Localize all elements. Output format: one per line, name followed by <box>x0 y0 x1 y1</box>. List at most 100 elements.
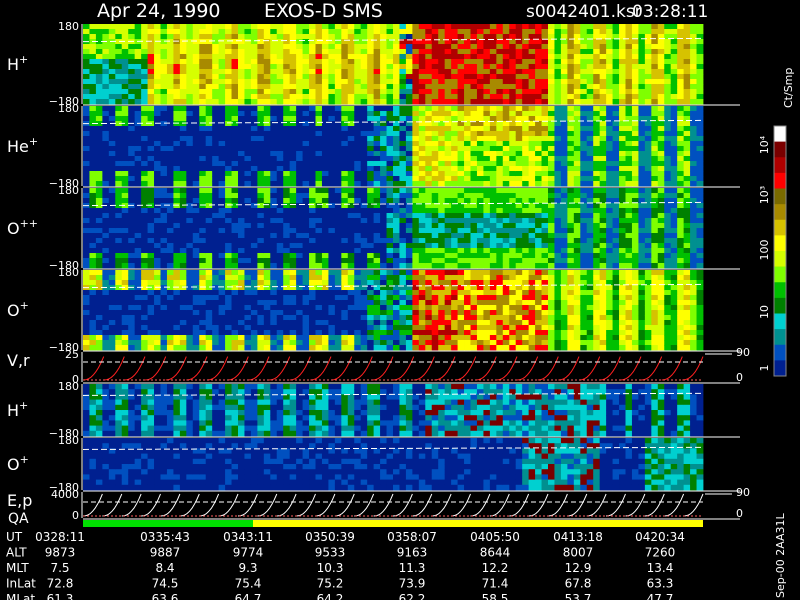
heat-cell <box>690 89 697 95</box>
heat-cell <box>128 238 136 244</box>
heat-cell <box>121 213 129 219</box>
heat-cell <box>354 181 362 187</box>
heat-cell <box>509 99 517 105</box>
heat-cell <box>644 161 652 167</box>
heat-cell <box>548 223 555 229</box>
heat-cell <box>192 263 200 269</box>
heat-cell <box>573 89 581 95</box>
heat-cell <box>690 238 697 244</box>
heat-cell <box>509 79 517 85</box>
heat-cell <box>657 99 665 105</box>
heat-cell <box>606 258 613 264</box>
heat-cell <box>270 99 278 105</box>
heat-cell <box>625 74 633 80</box>
heat-cell <box>141 181 148 187</box>
heat-cell <box>560 64 568 70</box>
heat-cell <box>205 208 213 214</box>
heat-cell <box>134 131 142 137</box>
heat-cell <box>199 300 207 306</box>
heat-cell <box>535 74 542 80</box>
heat-cell <box>367 74 375 80</box>
heat-cell <box>179 330 187 336</box>
heat-cell <box>386 263 394 269</box>
heat-cell <box>502 208 510 214</box>
heat-cell <box>212 188 220 194</box>
heat-cell <box>367 228 375 234</box>
heat-cell <box>612 59 620 65</box>
heat-cell <box>541 64 549 70</box>
heat-cell <box>205 285 213 291</box>
heat-cell <box>360 156 368 162</box>
heat-cell <box>263 116 271 122</box>
heat-cell <box>212 99 220 105</box>
heat-cell <box>218 305 226 311</box>
heat-cell <box>238 238 245 244</box>
heat-cell <box>173 29 181 35</box>
heat-cell <box>205 29 213 35</box>
heat-cell <box>108 79 116 85</box>
heat-cell <box>347 99 355 105</box>
heat-cell <box>173 146 181 152</box>
heat-cell <box>173 285 181 291</box>
heat-cell <box>147 263 155 269</box>
heat-cell <box>483 263 491 269</box>
heat-cell <box>231 59 239 65</box>
heat-cell <box>154 275 161 281</box>
heat-cell <box>599 131 607 137</box>
heat-cell <box>567 59 575 65</box>
heat-cell <box>89 166 97 172</box>
heat-cell <box>554 181 562 187</box>
heat-cell <box>89 233 97 239</box>
heat-cell <box>451 161 458 167</box>
heat-cell <box>225 121 232 127</box>
heat-cell <box>321 131 329 137</box>
heat-cell <box>128 248 136 254</box>
heat-cell <box>412 74 420 80</box>
heat-cell <box>399 228 407 234</box>
heat-cell <box>470 74 478 80</box>
heat-cell <box>283 263 291 269</box>
heat-cell <box>399 208 407 214</box>
heat-cell <box>212 166 220 172</box>
heat-cell <box>212 325 220 331</box>
heat-cell <box>147 330 155 336</box>
heat-cell <box>199 335 207 341</box>
heat-cell <box>535 84 542 90</box>
heat-cell <box>263 79 271 85</box>
heat-cell <box>483 54 491 60</box>
heat-cell <box>496 84 504 90</box>
heat-cell <box>115 258 123 264</box>
heat-cell <box>418 166 426 172</box>
heat-cell <box>263 171 271 177</box>
heat-cell <box>548 203 555 209</box>
heat-cell <box>586 151 594 157</box>
heat-cell <box>173 156 181 162</box>
heat-cell <box>528 89 536 95</box>
heat-cell <box>147 84 155 90</box>
heat-cell <box>696 208 704 214</box>
heat-cell <box>95 248 103 254</box>
heat-cell <box>580 176 588 182</box>
heat-cell <box>522 171 530 177</box>
heat-cell <box>599 188 607 194</box>
heat-cell <box>296 126 303 132</box>
heat-cell <box>205 106 213 112</box>
heat-cell <box>405 208 413 214</box>
heat-cell <box>515 208 523 214</box>
header-instrument: EXOS-D SMS <box>264 0 383 22</box>
heat-cell <box>225 29 232 35</box>
heat-cell <box>625 136 633 142</box>
heat-cell <box>102 49 110 55</box>
heat-cell <box>309 24 316 30</box>
heat-cell <box>212 270 220 276</box>
heat-cell <box>179 54 187 60</box>
heat-cell <box>270 151 278 157</box>
heat-cell <box>179 59 187 65</box>
heat-cell <box>399 49 407 55</box>
heat-cell <box>451 243 458 249</box>
heat-cell <box>567 49 575 55</box>
heat-cell <box>147 49 155 55</box>
heat-cell <box>425 24 433 30</box>
heat-cell <box>541 131 549 137</box>
heat-cell <box>115 64 123 70</box>
